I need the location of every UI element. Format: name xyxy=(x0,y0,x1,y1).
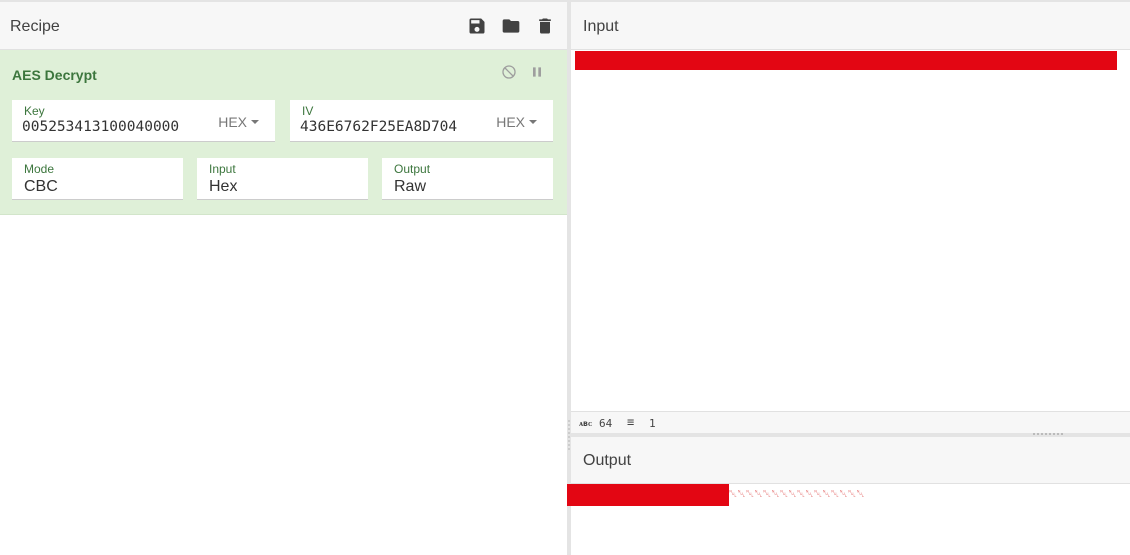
resize-grip-vertical[interactable] xyxy=(568,420,570,450)
key-format-dropdown[interactable]: HEX xyxy=(218,114,259,130)
input-header: Input xyxy=(571,2,1130,50)
input-format-label: Input xyxy=(209,162,236,176)
input-pane: Input ᴀʙᴄ 64 ≡ 1 xyxy=(571,2,1130,433)
recipe-title: Recipe xyxy=(10,18,60,35)
app: Recipe AES Decrypt Key 00525341310004000… xyxy=(0,0,1130,555)
input-title: Input xyxy=(583,18,619,35)
operation-name: AES Decrypt xyxy=(12,67,97,83)
iv-format-dropdown[interactable]: HEX xyxy=(496,114,537,130)
key-label: Key xyxy=(24,104,45,118)
recipe-header-icons xyxy=(467,16,555,36)
length-icon: ᴀʙᴄ xyxy=(579,419,593,428)
key-field[interactable]: Key 005253413100040000 HEX xyxy=(12,100,275,142)
input-status-bar: ᴀʙᴄ 64 ≡ 1 xyxy=(571,411,1130,433)
output-format-label: Output xyxy=(394,162,431,176)
iv-label: IV xyxy=(302,104,314,118)
output-format-select[interactable]: Output Raw xyxy=(382,158,553,200)
save-icon[interactable] xyxy=(467,16,487,36)
output-text: ␀␀␀␀␀␀␀␀␀␀␀␀␀␀␀␀ xyxy=(729,489,865,500)
input-length: 64 xyxy=(599,417,613,430)
output-header: Output xyxy=(571,437,1130,484)
mode-value: CBC xyxy=(24,178,58,195)
output-text-redacted xyxy=(567,484,729,506)
iv-field[interactable]: IV 436E6762F25EA8D704 HEX xyxy=(290,100,553,142)
input-format-value: Hex xyxy=(209,178,238,195)
folder-icon[interactable] xyxy=(501,16,521,36)
output-title: Output xyxy=(583,452,632,469)
iv-input[interactable]: 436E6762F25EA8D704 xyxy=(300,119,470,135)
trash-icon[interactable] xyxy=(535,16,555,36)
key-input[interactable]: 005253413100040000 xyxy=(22,119,204,135)
input-format-select[interactable]: Input Hex xyxy=(197,158,368,200)
disable-icon[interactable] xyxy=(501,64,517,80)
lines-icon: ≡ xyxy=(627,415,635,429)
recipe-header: Recipe xyxy=(0,2,567,50)
mode-select[interactable]: Mode CBC xyxy=(12,158,183,200)
recipe-pane: Recipe AES Decrypt Key 00525341310004000… xyxy=(0,2,567,555)
resize-grip-horizontal[interactable] xyxy=(1033,433,1063,435)
operation-controls xyxy=(501,64,545,80)
pause-icon[interactable] xyxy=(529,64,545,80)
output-format-value: Raw xyxy=(394,178,427,195)
mode-label: Mode xyxy=(24,162,55,176)
input-lines: 1 xyxy=(649,417,656,430)
input-text-redacted[interactable] xyxy=(575,51,1117,70)
aes-decrypt-operation: AES Decrypt Key 005253413100040000 HEX I… xyxy=(0,50,567,215)
